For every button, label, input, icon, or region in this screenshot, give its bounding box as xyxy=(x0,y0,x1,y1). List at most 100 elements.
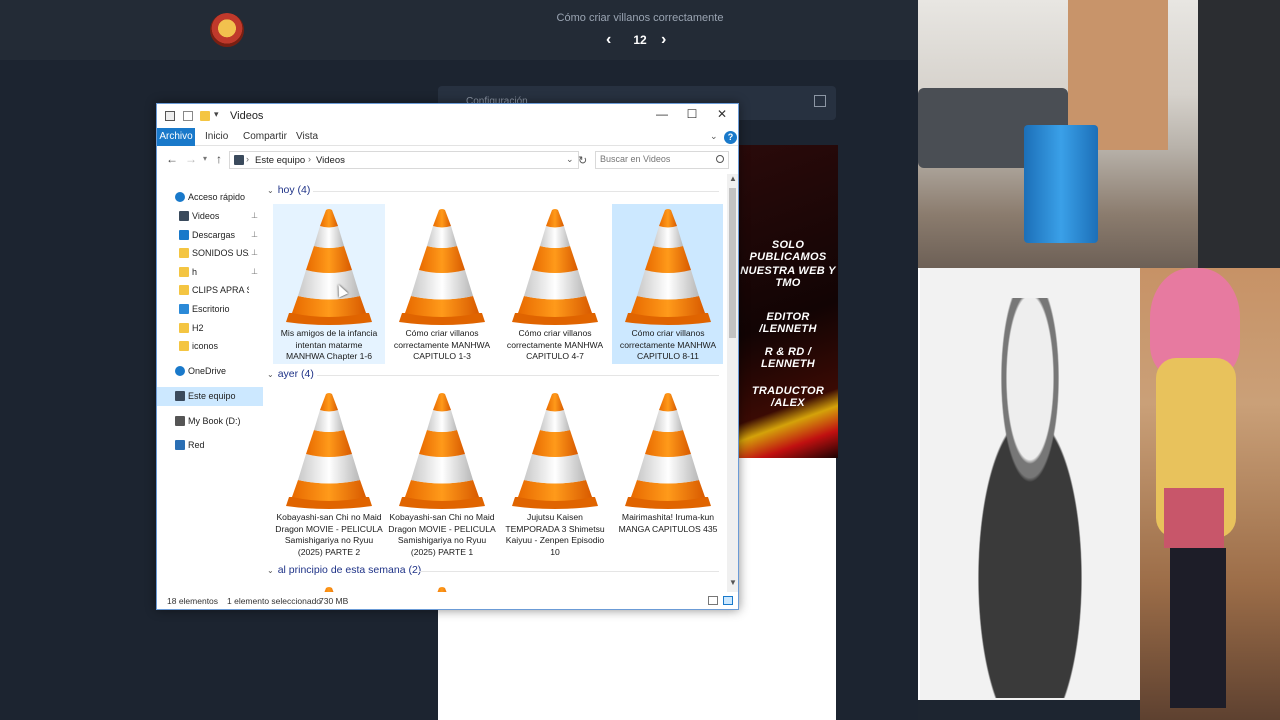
pin-icon[interactable]: ⊥ xyxy=(251,211,258,220)
collapse-chevron-icon[interactable]: ⌄ xyxy=(267,370,274,379)
close-button[interactable]: ✕ xyxy=(707,107,737,121)
file-item[interactable]: Jujutsu Kaisen TEMPORADA 3 Shimetsu Kaiy… xyxy=(499,388,611,557)
credit-line: SOLO PUBLICAMOS xyxy=(749,239,827,263)
sidebar-item[interactable]: My Book (D:) xyxy=(157,412,263,431)
chevron-right-icon[interactable]: › xyxy=(342,154,345,164)
file-item[interactable]: Mairimashita! Iruma-kun MANGA CAPITULOS … xyxy=(612,388,723,548)
group-header-label: ayer (4) xyxy=(277,368,314,380)
status-size: 730 MB xyxy=(319,596,349,606)
credit-line: NUESTRA WEB Y TMO xyxy=(740,265,836,289)
pin-icon[interactable]: ⊥ xyxy=(251,248,258,257)
address-bar[interactable]: › Este equipo › Videos › ⌄ xyxy=(229,151,579,169)
sidebar-item-label: OneDrive xyxy=(188,366,227,376)
group-divider xyxy=(317,375,719,376)
webcam-chair xyxy=(1198,0,1280,268)
chevron-down-icon[interactable]: ⌄ xyxy=(566,154,574,165)
file-item[interactable]: Cómo criar villanos correctamente MANHWA… xyxy=(386,204,498,364)
vertical-scrollbar[interactable]: ▲ ▼ xyxy=(727,174,738,592)
sidebar-item-label: Descargas xyxy=(192,230,236,240)
fullscreen-icon[interactable] xyxy=(814,95,826,107)
group-header[interactable]: ⌄ ayer (4) xyxy=(267,368,314,382)
file-name: Kobayashi-san Chi no Maid Dragon MOVIE -… xyxy=(388,512,496,557)
next-chapter-icon[interactable]: › xyxy=(661,31,666,49)
folder-icon xyxy=(179,248,189,258)
refresh-icon[interactable]: ↻ xyxy=(578,154,587,167)
navigation-bar: ← → ▾ ↑ › Este equipo › Videos › ⌄ ↻ xyxy=(157,148,738,172)
folder-icon xyxy=(179,341,189,351)
file-item[interactable]: Kobayashi-san Chi no Maid Dragon MOVIE -… xyxy=(273,388,385,557)
sidebar-item[interactable]: CLIPS APRA SUBIR xyxy=(157,281,263,300)
scroll-down-icon[interactable]: ▼ xyxy=(729,578,737,587)
quick-access-dropdown-icon[interactable]: ▾ xyxy=(214,109,224,119)
search-box[interactable] xyxy=(595,151,729,169)
scroll-thumb[interactable] xyxy=(729,188,736,338)
vlc-cone-icon xyxy=(399,209,485,325)
details-view-icon[interactable] xyxy=(708,596,718,605)
sidebar-item-label: h xyxy=(192,267,198,277)
sidebar-item[interactable]: OneDrive xyxy=(157,362,263,381)
sidebar-item[interactable]: Videos ⊥ xyxy=(157,207,263,226)
videos-folder-icon xyxy=(179,211,189,221)
breadcrumb-este-equipo[interactable]: Este equipo xyxy=(255,155,305,166)
search-input[interactable] xyxy=(600,154,710,164)
file-item[interactable]: Cómo criar villanos correctamente MANHWA… xyxy=(612,204,723,364)
chevron-down-icon[interactable]: ⌄ xyxy=(710,131,718,142)
title-bar[interactable]: ▾ Videos — ☐ ✕ xyxy=(157,104,738,128)
checkbox-icon[interactable] xyxy=(183,111,193,121)
sidebar-item[interactable]: Red xyxy=(157,436,263,455)
window-title: Videos xyxy=(230,110,264,122)
sidebar-item[interactable]: SONIDOS USAR.⊥ xyxy=(157,244,263,263)
maximize-button[interactable]: ☐ xyxy=(677,107,707,121)
manga-panel-image xyxy=(918,268,1143,700)
sidebar-item-label: Este equipo xyxy=(188,391,236,401)
tab-archivo[interactable]: Archivo xyxy=(157,128,195,146)
sidebar-item[interactable]: Escritorio xyxy=(157,300,263,319)
file-explorer-window[interactable]: ▾ Videos — ☐ ✕ Archivo Inicio Compartir … xyxy=(156,103,739,610)
recent-locations-icon[interactable]: ▾ xyxy=(203,154,207,163)
file-item[interactable]: Cómo criar villanos correctamente MANHWA… xyxy=(499,204,611,364)
pin-icon[interactable]: ⊥ xyxy=(251,230,258,239)
sidebar-item-label: Red xyxy=(188,440,205,450)
minimize-button[interactable]: — xyxy=(647,107,677,121)
breadcrumb-videos[interactable]: Videos xyxy=(316,155,345,166)
credit-line: EDITOR /LENNETH xyxy=(759,311,817,335)
large-icons-view-icon[interactable] xyxy=(723,596,733,605)
chapter-number[interactable]: 12 xyxy=(628,33,652,47)
sidebar-item[interactable]: h ⊥ xyxy=(157,263,263,282)
file-item[interactable] xyxy=(273,582,385,592)
sidebar-item-label: Acceso rápido xyxy=(188,192,246,202)
group-header[interactable]: ⌄ hoy (4) xyxy=(267,184,310,198)
forward-arrow-icon[interactable]: → xyxy=(185,152,197,166)
search-icon[interactable] xyxy=(716,155,724,163)
collapse-chevron-icon[interactable]: ⌄ xyxy=(267,186,274,195)
sidebar-item[interactable]: H2 xyxy=(157,319,263,338)
scroll-up-icon[interactable]: ▲ xyxy=(729,174,737,183)
help-icon[interactable]: ? xyxy=(724,131,737,144)
sidebar-item[interactable]: Acceso rápido xyxy=(157,188,263,207)
file-list: ⌄ hoy (4) Mis amigos de la infancia intent… xyxy=(267,172,723,592)
file-item[interactable]: Mis amigos de la infancia intentan matar… xyxy=(273,204,385,364)
ribbon: Archivo Inicio Compartir Vista ⌄ ? xyxy=(157,128,738,146)
vlc-cone-icon xyxy=(625,209,711,325)
sidebar-item[interactable]: Este equipo xyxy=(157,387,263,406)
sidebar-item[interactable]: iconos xyxy=(157,337,263,356)
tab-inicio[interactable]: Inicio xyxy=(199,128,234,146)
file-item[interactable] xyxy=(386,582,498,592)
properties-icon[interactable] xyxy=(165,111,175,121)
file-item[interactable]: Kobayashi-san Chi no Maid Dragon MOVIE -… xyxy=(386,388,498,557)
new-folder-icon[interactable] xyxy=(200,111,210,121)
tab-vista[interactable]: Vista xyxy=(290,128,324,146)
up-arrow-icon[interactable]: ↑ xyxy=(216,152,222,166)
site-logo[interactable] xyxy=(210,13,244,47)
sidebar-item[interactable]: Descargas ⊥ xyxy=(157,226,263,245)
chevron-right-icon[interactable]: › xyxy=(246,154,249,164)
pc-icon xyxy=(175,391,185,401)
previous-chapter-icon[interactable]: ‹ xyxy=(606,31,611,49)
group-header[interactable]: ⌄ al principio de esta semana (2) xyxy=(267,564,421,578)
pin-icon[interactable]: ⊥ xyxy=(251,267,258,276)
tab-compartir[interactable]: Compartir xyxy=(237,128,293,146)
back-arrow-icon[interactable]: ← xyxy=(166,152,178,166)
collapse-chevron-icon[interactable]: ⌄ xyxy=(267,566,274,575)
file-name: Mairimashita! Iruma-kun MANGA CAPITULOS … xyxy=(618,512,718,534)
chevron-right-icon[interactable]: › xyxy=(308,154,311,164)
